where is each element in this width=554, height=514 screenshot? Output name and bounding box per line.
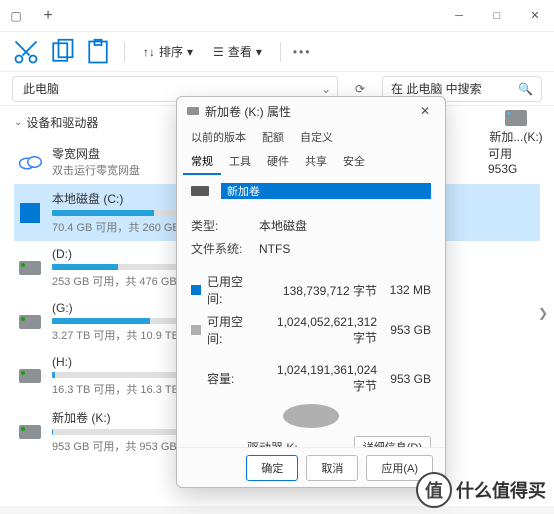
used-row: 已用空间: 138,739,712 字节 132 MB	[191, 273, 431, 307]
close-button[interactable]: ✕	[516, 0, 554, 32]
chevron-down-icon: ⌄	[14, 117, 22, 128]
name-row	[191, 183, 431, 199]
cap-size: 953 GB	[383, 372, 431, 386]
details-pane: 新加...(K:) 可用 953G	[488, 106, 544, 176]
details-drive[interactable]: 新加...(K:) 可用 953G	[488, 110, 544, 176]
breadcrumb-label: 此电脑	[23, 80, 59, 97]
type-label: 类型:	[191, 217, 247, 234]
cap-row: 容量: 1,024,191,361,024 字节 953 GB	[191, 363, 431, 394]
search-icon: 🔍	[518, 82, 533, 96]
dialog-titlebar: 新加卷 (K:) 属性 ✕	[177, 97, 445, 125]
tab-quota[interactable]: 配额	[254, 125, 292, 149]
used-bytes: 138,739,712 字节	[263, 282, 377, 299]
watermark: 值 什么值得买	[416, 472, 546, 508]
free-bytes: 1,024,052,621,312 字节	[263, 315, 377, 346]
tab-security[interactable]: 安全	[335, 149, 373, 175]
separator	[280, 42, 281, 62]
minimize-button[interactable]: ─	[440, 0, 478, 32]
cap-label: 容量:	[207, 370, 257, 387]
free-row: 可用空间: 1,024,052,621,312 字节 953 GB	[191, 313, 431, 347]
fs-row: 文件系统: NTFS	[191, 240, 431, 257]
details-sub: 可用 953G	[488, 145, 544, 176]
toolbar: ↑↓ 排序 ▾ ☰ 查看 ▾ •••	[0, 32, 554, 72]
dialog-close-button[interactable]: ✕	[415, 101, 435, 121]
hdd-icon	[18, 364, 42, 388]
properties-dialog: 新加卷 (K:) 属性 ✕ 以前的版本 配额 自定义 常规 工具 硬件 共享 安…	[176, 96, 446, 488]
chevron-down-icon[interactable]: ⌄	[321, 82, 331, 96]
new-tab-button[interactable]: +	[32, 0, 64, 31]
fs-label: 文件系统:	[191, 240, 247, 257]
maximize-button[interactable]: □	[478, 0, 516, 32]
type-value: 本地磁盘	[259, 217, 431, 234]
cut-icon[interactable]	[12, 38, 40, 66]
tab-general[interactable]: 常规	[183, 149, 221, 175]
dialog-tabs: 以前的版本 配额 自定义	[177, 125, 445, 149]
view-label: 查看	[228, 43, 252, 60]
dialog-tabs-2: 常规 工具 硬件 共享 安全	[177, 149, 445, 175]
usage-fill	[52, 429, 53, 435]
type-row: 类型: 本地磁盘	[191, 217, 431, 234]
cloud-icon	[18, 150, 42, 174]
usage-fill	[52, 210, 154, 216]
usage-donut	[283, 404, 339, 428]
hdd-icon	[187, 107, 199, 115]
search-placeholder: 在 此电脑 中搜索	[391, 80, 482, 97]
hdd-icon	[18, 420, 42, 444]
used-color-swatch	[191, 285, 201, 295]
usage-fill	[52, 264, 118, 270]
driver-label: 驱动器 K:	[191, 439, 354, 448]
tab-sharing[interactable]: 共享	[297, 149, 335, 175]
cancel-button[interactable]: 取消	[306, 455, 358, 481]
hdd-icon	[505, 110, 527, 126]
used-label: 已用空间:	[207, 273, 257, 307]
dialog-footer: 确定 取消 应用(A)	[177, 447, 445, 487]
tab-previous-versions[interactable]: 以前的版本	[183, 125, 254, 149]
used-size: 132 MB	[383, 283, 431, 297]
hdd-icon	[18, 310, 42, 334]
cap-bytes: 1,024,191,361,024 字节	[263, 363, 377, 394]
tab-custom[interactable]: 自定义	[292, 125, 341, 149]
usage-bar	[52, 372, 192, 378]
watermark-icon: 值	[416, 472, 452, 508]
details-name: 新加...(K:)	[489, 128, 542, 145]
dialog-body: 类型: 本地磁盘 文件系统: NTFS 已用空间: 138,739,712 字节…	[177, 175, 445, 447]
hdd-icon	[18, 256, 42, 280]
usage-bar	[52, 210, 192, 216]
dialog-title-left: 新加卷 (K:) 属性	[187, 103, 291, 120]
section-title: 设备和驱动器	[26, 114, 98, 131]
free-label: 可用空间:	[207, 313, 257, 347]
window-titlebar: ▢ + ─ □ ✕	[0, 0, 554, 32]
free-color-swatch	[191, 325, 201, 335]
driver-row: 驱动器 K: 详细信息(D)	[191, 436, 431, 447]
view-button[interactable]: ☰ 查看 ▾	[207, 43, 268, 60]
volume-name-input[interactable]	[221, 183, 431, 199]
chevron-right-icon[interactable]: ❯	[538, 306, 548, 320]
ok-button[interactable]: 确定	[246, 455, 298, 481]
watermark-text: 什么值得买	[456, 477, 546, 503]
tab-icon[interactable]: ▢	[0, 0, 32, 31]
windows-icon	[18, 201, 42, 225]
separator	[124, 42, 125, 62]
dialog-title: 新加卷 (K:) 属性	[205, 103, 291, 120]
copy-icon[interactable]	[48, 38, 76, 66]
sort-button[interactable]: ↑↓ 排序 ▾	[137, 43, 199, 60]
sort-label: 排序	[159, 43, 183, 60]
more-button[interactable]: •••	[293, 45, 312, 59]
paste-icon[interactable]	[84, 38, 112, 66]
free-size: 953 GB	[383, 323, 431, 337]
tab-tools[interactable]: 工具	[221, 149, 259, 175]
tab-hardware[interactable]: 硬件	[259, 149, 297, 175]
hdd-icon	[191, 186, 209, 196]
usage-fill	[52, 318, 150, 324]
window-controls: ─ □ ✕	[440, 0, 554, 32]
usage-bar	[52, 318, 192, 324]
usage-fill	[52, 372, 55, 378]
usage-bar	[52, 429, 192, 435]
usage-bar	[52, 264, 192, 270]
window-tabs: ▢ +	[0, 0, 64, 31]
fs-value: NTFS	[259, 242, 431, 256]
details-button[interactable]: 详细信息(D)	[354, 436, 431, 447]
